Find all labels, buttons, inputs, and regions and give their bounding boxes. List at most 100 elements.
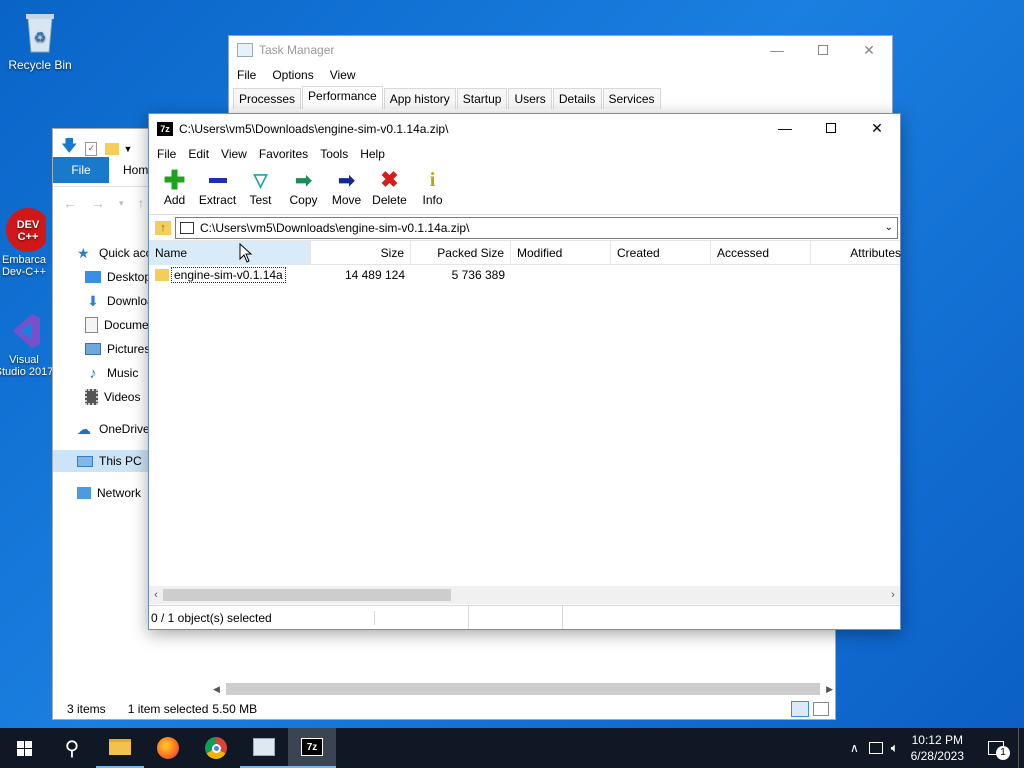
menu-file[interactable]: File [229, 68, 264, 82]
column-modified[interactable]: Modified [511, 241, 611, 265]
column-size[interactable]: Size [311, 241, 411, 265]
tab-details[interactable]: Details [552, 88, 602, 109]
menu-options[interactable]: Options [264, 68, 321, 82]
desktop-icon-visual-studio[interactable]: Visual Studio 2017 [0, 310, 54, 378]
taskbar-chrome[interactable] [192, 728, 240, 768]
scroll-left-icon[interactable]: ◀ [213, 684, 220, 695]
tab-services[interactable]: Services [602, 88, 661, 109]
taskbar-file-explorer[interactable] [96, 728, 144, 768]
move-icon: ➡ [338, 169, 355, 192]
notification-badge: 1 [996, 746, 1010, 760]
address-field[interactable]: C:\Users\vm5\Downloads\engine-sim-v0.1.1… [175, 216, 898, 239]
sevenzip-window[interactable]: 7z C:\Users\vm5\Downloads\engine-sim-v0.… [148, 113, 901, 630]
nav-item-videos[interactable]: Videos [85, 386, 140, 408]
nav-item-music[interactable]: ♪ Music [85, 362, 138, 384]
music-icon: ♪ [89, 365, 97, 382]
start-button[interactable] [0, 728, 48, 768]
close-icon: ✕ [871, 119, 883, 136]
tool-label: Info [422, 193, 443, 207]
desktop-icon [85, 271, 101, 283]
back-arrow-icon[interactable]: ← [63, 195, 77, 211]
chevron-down-icon[interactable]: ⌄ [885, 222, 893, 233]
minimize-button[interactable]: — [762, 114, 808, 142]
add-icon: ✚ [163, 164, 186, 195]
task-manager-menu: File Options View [229, 64, 892, 86]
minimize-button[interactable]: — [754, 36, 800, 64]
chevron-up-icon[interactable]: ∧ [850, 741, 859, 755]
nav-item-network[interactable]: Network [77, 482, 141, 504]
network-icon [77, 487, 91, 499]
scroll-left-icon[interactable]: ‹ [149, 589, 163, 601]
sevenzip-horizontal-scrollbar[interactable]: ‹ › [149, 586, 900, 604]
menu-edit[interactable]: Edit [182, 147, 215, 161]
move-button[interactable]: ➡ Move [325, 165, 368, 214]
folder-icon[interactable] [105, 142, 120, 155]
details-view-icon[interactable] [791, 701, 809, 717]
column-attributes[interactable]: Attributes [811, 241, 901, 265]
tab-users[interactable]: Users [508, 88, 552, 109]
nav-item-pictures[interactable]: Pictures [85, 338, 150, 360]
menu-tools[interactable]: Tools [314, 147, 354, 161]
extract-button[interactable]: Extract [196, 165, 239, 214]
chevron-down-icon[interactable]: ▼ [123, 144, 132, 154]
desktop-icon-devcpp[interactable]: DEV C++ Embarca Dev-C++ [0, 206, 54, 278]
add-button[interactable]: ✚ Add [153, 165, 196, 214]
sevenzip-toolbar: ✚ Add Extract ▽ Test ➡ Copy ➡ Move ✖ Delete i… [149, 165, 900, 215]
column-name[interactable]: Name [149, 241, 311, 265]
menu-view[interactable]: View [322, 68, 364, 82]
scroll-thumb[interactable] [225, 683, 821, 695]
taskbar-firefox[interactable] [144, 728, 192, 768]
status-section [375, 606, 469, 629]
menu-help[interactable]: Help [354, 147, 391, 161]
close-button[interactable]: ✕ [846, 36, 892, 64]
up-folder-icon[interactable]: ↑ [155, 220, 171, 235]
search-button[interactable]: ⚲ [48, 728, 96, 768]
clock[interactable]: 10:12 PM 6/28/2023 [911, 732, 964, 764]
column-created[interactable]: Created [611, 241, 711, 265]
copy-button[interactable]: ➡ Copy [282, 165, 325, 214]
taskbar-task-manager[interactable] [240, 728, 288, 768]
volume-muted-icon[interactable]: 🔈︎ [891, 740, 899, 756]
nav-item-this-pc[interactable]: This PC [53, 450, 149, 472]
videos-icon [85, 389, 98, 405]
sevenzip-address-bar: ↑ C:\Users\vm5\Downloads\engine-sim-v0.1… [149, 215, 900, 241]
scroll-right-icon[interactable]: ▶ [826, 684, 833, 695]
explorer-horizontal-scrollbar[interactable]: ◀ ▶ [213, 682, 833, 696]
show-desktop-button[interactable] [1018, 728, 1024, 768]
minimize-icon: — [778, 120, 792, 136]
up-arrow-icon[interactable]: ↑ [138, 195, 145, 211]
delete-button[interactable]: ✖ Delete [368, 165, 411, 214]
info-button[interactable]: i Info [411, 165, 454, 214]
menu-file[interactable]: File [151, 147, 182, 161]
taskbar-sevenzip[interactable]: 7z [288, 728, 336, 768]
copy-icon: ➡ [295, 169, 312, 192]
column-packed-size[interactable]: Packed Size [411, 241, 511, 265]
desktop-icon-recycle-bin[interactable]: ♻ Recycle Bin [2, 8, 78, 72]
menu-view[interactable]: View [215, 147, 253, 161]
tab-startup[interactable]: Startup [456, 88, 508, 109]
maximize-button[interactable] [808, 114, 854, 142]
forward-arrow-icon[interactable]: → [91, 195, 105, 211]
close-button[interactable]: ✕ [854, 114, 900, 142]
table-row[interactable]: engine-sim-v0.1.14a 14 489 124 5 736 389 [149, 265, 900, 285]
nav-item-desktop[interactable]: Desktop [85, 266, 151, 288]
network-icon[interactable] [868, 742, 883, 754]
scroll-thumb[interactable] [163, 589, 451, 601]
recent-chevron-icon[interactable]: ▾ [119, 198, 124, 211]
explorer-nav-buttons: ← → ▾ ↑ [63, 195, 145, 211]
menu-favorites[interactable]: Favorites [253, 147, 314, 161]
maximize-button[interactable] [800, 36, 846, 64]
tab-performance[interactable]: Performance [302, 86, 383, 109]
checkmark-icon[interactable]: ✓ [85, 141, 98, 156]
column-accessed[interactable]: Accessed [711, 241, 811, 265]
large-icons-view-icon[interactable] [813, 702, 829, 716]
ribbon-tab-file[interactable]: File [53, 157, 109, 183]
scroll-right-icon[interactable]: › [886, 589, 900, 601]
tab-processes[interactable]: Processes [233, 88, 302, 109]
row-packed-size: 5 736 389 [451, 268, 505, 282]
tab-app-history[interactable]: App history [383, 88, 456, 109]
action-center-button[interactable]: 1 [978, 728, 1014, 768]
test-button[interactable]: ▽ Test [239, 165, 282, 214]
task-manager-window[interactable]: Task Manager — ✕ File Options View Proce… [228, 35, 893, 125]
nav-item-onedrive[interactable]: ☁ OneDrive [77, 418, 150, 440]
